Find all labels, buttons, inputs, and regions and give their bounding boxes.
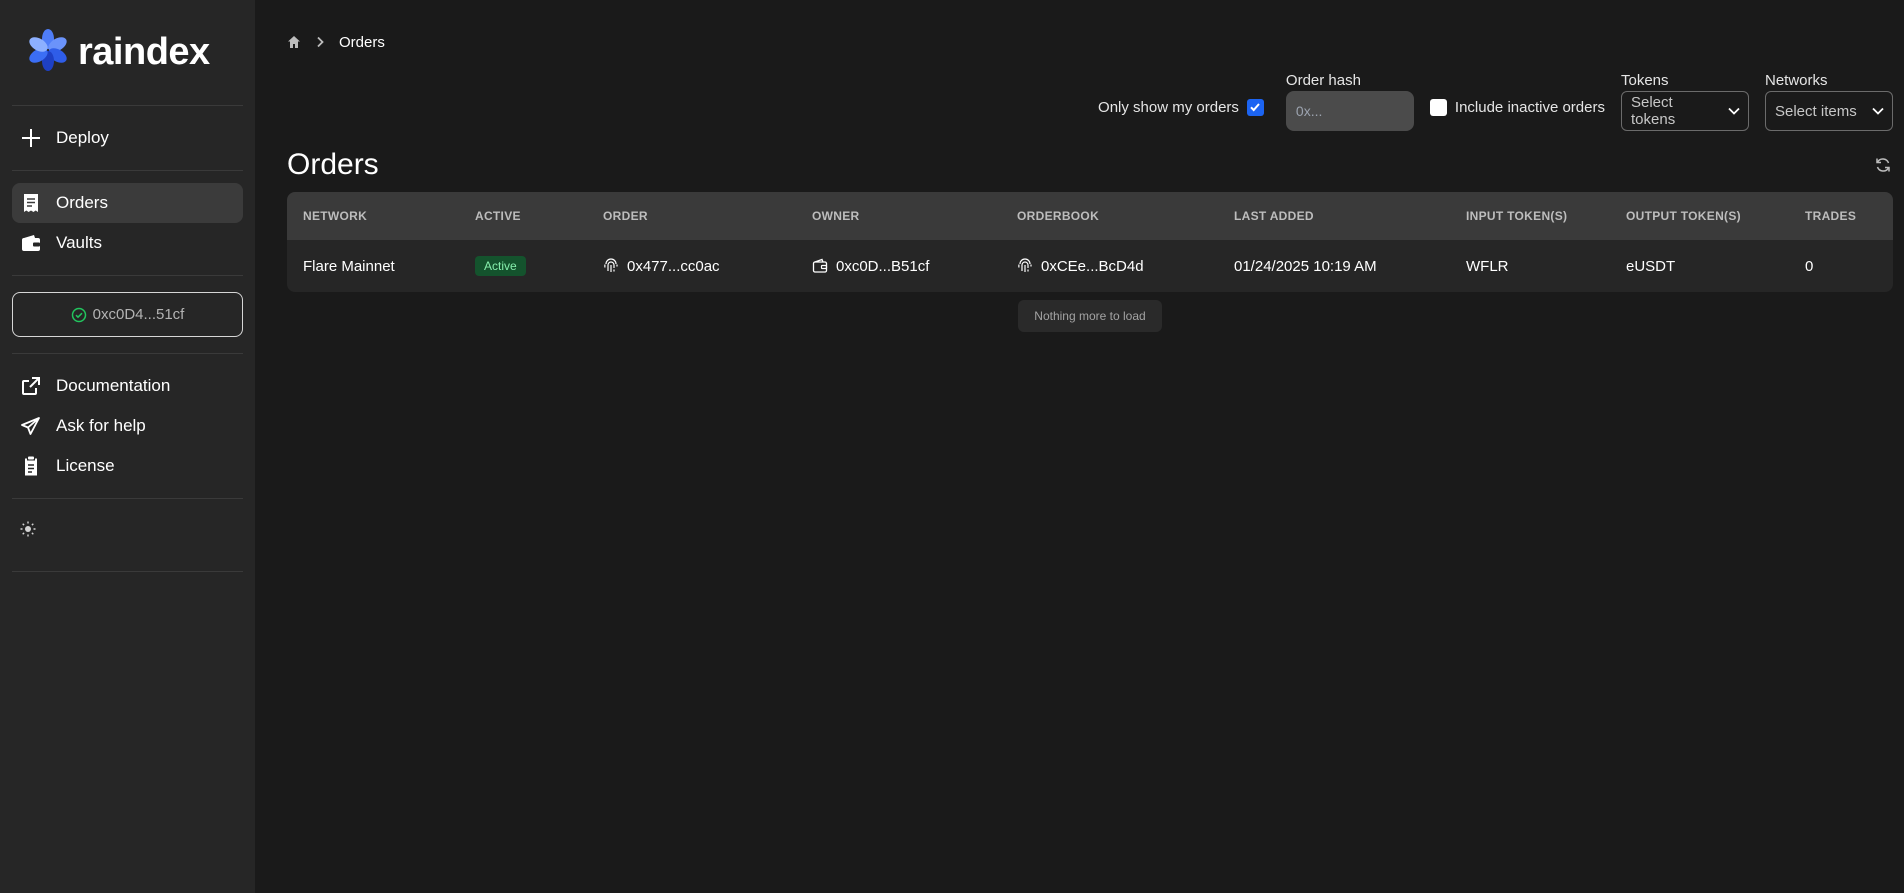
last-added-cell: 01/24/2025 10:19 AM: [1234, 257, 1377, 275]
order-cell: 0x477...cc0ac: [587, 258, 796, 275]
trades-cell: 0: [1805, 257, 1814, 275]
wallet-icon: [20, 232, 42, 254]
links-nav: Documentation Ask for help License: [12, 354, 243, 499]
logo[interactable]: raindex: [12, 0, 243, 106]
sidebar-item-documentation[interactable]: Documentation: [12, 366, 243, 406]
main-content: Orders Only show my orders Order hash 0x…: [255, 0, 1904, 893]
home-icon[interactable]: [287, 35, 301, 49]
column-header: NETWORK: [303, 209, 368, 223]
refresh-icon[interactable]: [1875, 157, 1891, 173]
sidebar-item-ask-for-help[interactable]: Ask for help: [12, 406, 243, 446]
app-root: raindex Deploy Orders Vaults 0xc0D4...51…: [0, 0, 1904, 893]
check-circle-icon: [71, 307, 87, 323]
order-hash-field: Order hash 0x...: [1285, 72, 1414, 131]
title-row: Orders: [287, 148, 1893, 181]
column-header: ORDER: [603, 209, 648, 223]
sidebar-item-label: Vaults: [56, 233, 102, 252]
external-link-icon: [20, 375, 42, 397]
deploy-label: Deploy: [56, 128, 109, 147]
clipboard-icon: [20, 455, 42, 477]
my-orders-label: Only show my orders: [1098, 98, 1239, 116]
tokens-select-value: Select tokens: [1631, 94, 1676, 128]
orderbook-cell: 0xCEe...BcD4d: [1001, 258, 1218, 275]
column-header: OUTPUT TOKEN(S): [1626, 209, 1741, 223]
wallet-address: 0xc0D4...51cf: [92, 306, 185, 323]
chevron-down-icon: [1728, 107, 1740, 115]
orders-table: NETWORK ACTIVE ORDER OWNER ORDERBOOK LAS…: [287, 192, 1893, 292]
my-orders-checkbox[interactable]: [1246, 98, 1264, 116]
wallet-group: 0xc0D4...51cf: [12, 276, 243, 354]
connected-wallet-button[interactable]: 0xc0D4...51cf: [12, 292, 243, 337]
active-cell: Active: [459, 256, 587, 276]
plus-icon: [20, 127, 42, 149]
owner-address[interactable]: 0xc0D...B51cf: [836, 258, 929, 275]
tokens-select[interactable]: Select tokens: [1621, 91, 1749, 131]
inactive-orders-filter[interactable]: Include inactive orders: [1429, 89, 1605, 125]
sidebar: raindex Deploy Orders Vaults 0xc0D4...51…: [0, 0, 255, 893]
network-cell: Flare Mainnet: [303, 257, 395, 275]
nothing-more-to-load: Nothing more to load: [1018, 300, 1162, 332]
raindex-logo-icon: [26, 28, 70, 77]
input-tokens-cell: WFLR: [1466, 257, 1509, 275]
theme-group: [12, 499, 243, 572]
sidebar-item-orders[interactable]: Orders: [12, 183, 243, 223]
main-nav: Orders Vaults: [12, 171, 243, 276]
status-badge: Active: [475, 256, 526, 276]
column-header: LAST ADDED: [1234, 209, 1314, 223]
column-header: ACTIVE: [475, 209, 521, 223]
networks-label: Networks: [1765, 72, 1828, 89]
order-hash[interactable]: 0x477...cc0ac: [627, 258, 720, 275]
order-hash-placeholder: 0x...: [1295, 103, 1323, 119]
column-header: INPUT TOKEN(S): [1466, 209, 1568, 223]
chevron-right-icon: [315, 36, 325, 48]
column-header: OWNER: [812, 209, 860, 223]
fingerprint-icon: [1017, 258, 1033, 274]
fingerprint-icon: [603, 258, 619, 274]
deploy-button[interactable]: Deploy: [12, 118, 243, 158]
tokens-field: Tokens Select tokens: [1621, 72, 1749, 131]
chevron-down-icon: [1872, 107, 1884, 115]
paper-plane-icon: [20, 415, 42, 437]
order-hash-label: Order hash: [1285, 72, 1361, 89]
logo-text: raindex: [78, 31, 210, 73]
owner-cell: 0xc0D...B51cf: [796, 258, 1001, 275]
networks-field: Networks Select items: [1765, 72, 1893, 131]
sidebar-item-label: Orders: [56, 193, 108, 212]
sidebar-item-label: Ask for help: [56, 416, 146, 435]
sun-icon[interactable]: [20, 521, 36, 537]
table-row[interactable]: Flare Mainnet Active 0x477...cc0ac 0xc0D…: [287, 240, 1893, 292]
column-header: TRADES: [1805, 209, 1857, 223]
sidebar-item-label: Documentation: [56, 376, 171, 395]
tokens-label: Tokens: [1621, 72, 1669, 89]
output-tokens-cell: eUSDT: [1626, 257, 1676, 275]
receipt-icon: [20, 192, 42, 214]
sidebar-item-vaults[interactable]: Vaults: [12, 223, 243, 263]
inactive-orders-label: Include inactive orders: [1454, 98, 1605, 116]
sidebar-item-license[interactable]: License: [12, 446, 243, 486]
column-header: ORDERBOOK: [1017, 209, 1100, 223]
sidebar-item-label: License: [56, 456, 115, 475]
breadcrumb-current: Orders: [339, 33, 385, 51]
networks-select-value: Select items: [1775, 102, 1857, 120]
my-orders-filter[interactable]: Only show my orders: [1098, 89, 1264, 125]
table-header: NETWORK ACTIVE ORDER OWNER ORDERBOOK LAS…: [287, 192, 1893, 240]
orderbook-address[interactable]: 0xCEe...BcD4d: [1041, 258, 1144, 275]
networks-select[interactable]: Select items: [1765, 91, 1893, 131]
page-title: Orders: [287, 148, 379, 181]
order-hash-input[interactable]: 0x...: [1285, 91, 1414, 131]
inactive-orders-checkbox[interactable]: [1429, 98, 1447, 116]
wallet-icon: [812, 258, 828, 274]
deploy-group: Deploy: [12, 106, 243, 171]
filters-bar: Only show my orders Order hash 0x... Inc…: [1098, 72, 1893, 132]
